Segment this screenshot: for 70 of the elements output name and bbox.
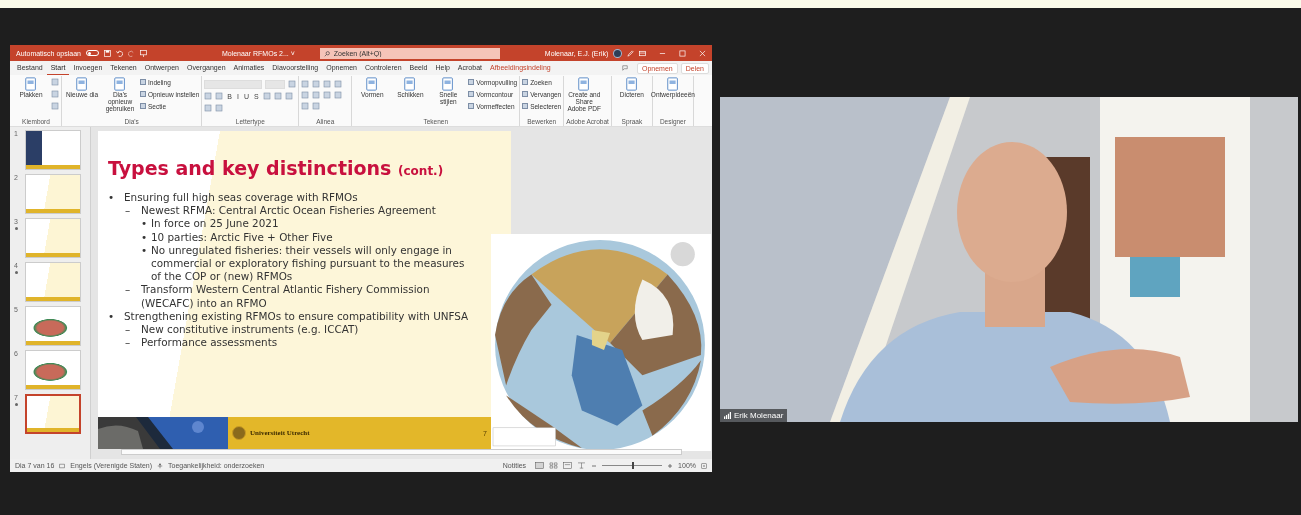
- square-icon[interactable]: [334, 80, 343, 88]
- comment-icon[interactable]: [621, 65, 628, 71]
- square-icon[interactable]: [323, 91, 332, 99]
- university-seal-icon: [232, 426, 246, 440]
- zoom-in-icon[interactable]: [667, 462, 674, 469]
- bullet-mark: •: [141, 230, 149, 244]
- bullet-text: Newest RFMA: Central Arctic Ocean Fisheries Agreement: [141, 204, 436, 218]
- dash-mark: –: [125, 283, 132, 298]
- normal-view-icon[interactable]: [535, 462, 545, 469]
- square-icon[interactable]: [204, 92, 213, 100]
- slide-thumbnail[interactable]: [25, 394, 81, 434]
- dash-mark: –: [125, 204, 132, 218]
- autosave-toggle[interactable]: [86, 50, 99, 56]
- square-icon[interactable]: [301, 102, 310, 110]
- square-icon[interactable]: [323, 80, 332, 88]
- bullet-text: No unregulated fisheries: their vessels will only engage in commercial or exploratory fishing pursuant to the measures of the COP or (new) RFMOs: [151, 243, 466, 284]
- bullet-text: Transform Western Central Atlantic Fishery Commission (WECAFC) into an RFMO: [141, 283, 431, 310]
- square-icon[interactable]: [51, 102, 59, 110]
- participant-name: Erik Molenaar: [734, 411, 784, 420]
- bullet-text: Strengthening existing RFMOs to ensure compatibility with UNFSA: [124, 309, 469, 324]
- fit-to-window-icon[interactable]: [701, 462, 707, 469]
- dash-mark: –: [125, 336, 132, 350]
- spellcheck-icon[interactable]: [59, 462, 66, 469]
- square-icon[interactable]: [51, 78, 59, 86]
- square-icon[interactable]: [301, 80, 310, 88]
- dash-mark: –: [125, 323, 132, 337]
- font-field[interactable]: [204, 80, 263, 89]
- avatar-icon[interactable]: [613, 48, 623, 58]
- scrollbar[interactable]: [121, 449, 682, 455]
- undo-icon[interactable]: [115, 49, 123, 57]
- pen-icon[interactable]: [627, 49, 635, 57]
- square-icon[interactable]: [312, 91, 321, 99]
- bullet-mark: •: [141, 217, 149, 231]
- animation-mark: [14, 271, 18, 274]
- zoom-out-icon[interactable]: [591, 462, 598, 469]
- bullet-text: New constitutive instruments (e.g. ICCAT): [141, 323, 359, 337]
- save-icon[interactable]: [103, 49, 111, 57]
- redo-icon[interactable]: [127, 49, 135, 57]
- bullet-text: Ensuring full high seas coverage with RFMOs: [124, 191, 358, 205]
- reading-view-icon[interactable]: [563, 462, 573, 469]
- square-icon[interactable]: [215, 104, 224, 112]
- ribbon-display-icon[interactable]: [639, 49, 647, 57]
- bullet-mark: •: [108, 191, 116, 205]
- square-icon[interactable]: [204, 104, 213, 112]
- bullet-text: 10 parties: Arctic Five + Other Five: [151, 230, 333, 244]
- square-icon[interactable]: [215, 92, 224, 100]
- signal-icon: [724, 412, 731, 419]
- square-icon[interactable]: [312, 102, 321, 110]
- zoom-slider-thumb[interactable]: [632, 462, 635, 469]
- square-icon[interactable]: [288, 80, 297, 88]
- square-icon[interactable]: [262, 92, 271, 100]
- bullet-mark: •: [108, 309, 116, 324]
- grid-view-icon[interactable]: [549, 462, 559, 469]
- square-icon[interactable]: [284, 92, 293, 100]
- square-icon[interactable]: [334, 91, 343, 99]
- search-icon: [323, 50, 330, 57]
- maximize-icon[interactable]: [679, 49, 687, 57]
- bullet-text: Performance assessments: [141, 336, 278, 350]
- bullet-mark: •: [141, 243, 149, 258]
- animation-mark: [14, 227, 18, 230]
- square-icon[interactable]: [51, 90, 59, 98]
- slide-title: Types and key distinctions (cont.): [108, 157, 445, 179]
- square-icon[interactable]: [312, 80, 321, 88]
- square-icon[interactable]: [301, 91, 310, 99]
- animation-mark: [14, 403, 18, 406]
- square-icon[interactable]: [273, 92, 282, 100]
- close-icon[interactable]: [699, 49, 706, 57]
- bullet-text: In force on 25 June 2021: [151, 217, 279, 231]
- size-field[interactable]: [265, 80, 286, 89]
- accessibility-icon[interactable]: [157, 462, 164, 469]
